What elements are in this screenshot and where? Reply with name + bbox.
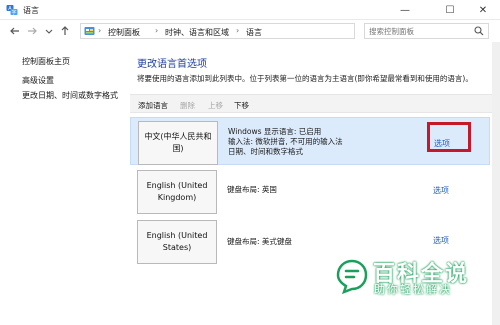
language-icon: A 字 xyxy=(6,5,18,16)
search-input[interactable] xyxy=(369,25,469,37)
address-bar[interactable]: › 控制面板 › 时钟、语言和区域 › 语言 xyxy=(80,23,429,39)
language-toolbar: 添加语言 删除 上移 下移 xyxy=(130,94,500,113)
language-info-line: 键盘布局: 美式键盘 xyxy=(227,237,292,246)
language-info: Windows 显示语言: 已启用 输入法: 微软拼音, 不可用的输入法 日期、… xyxy=(228,127,343,157)
minimize-icon: — xyxy=(400,4,410,16)
arrow-up-icon xyxy=(61,26,69,35)
up-button[interactable] xyxy=(58,24,72,38)
search-box[interactable] xyxy=(364,23,489,39)
watermark-subtitle: 助你轻松解决 xyxy=(374,283,452,296)
breadcrumb-clock-language-region[interactable]: 时钟、语言和区域 xyxy=(165,27,229,38)
add-language-button[interactable]: 添加语言 xyxy=(138,100,168,111)
close-button[interactable]: ✕ xyxy=(466,0,500,20)
language-info: 键盘布局: 美式键盘 xyxy=(227,237,292,247)
move-down-button[interactable]: 下移 xyxy=(234,100,249,111)
maximize-button[interactable]: ☐ xyxy=(433,0,467,20)
svg-text:字: 字 xyxy=(11,9,16,16)
page-description: 将要使用的语言添加到此列表中。位于列表第一位的语言为主语言(即你希望最常看到和使… xyxy=(137,74,473,83)
navigation-bar: › 控制面板 › 时钟、语言和区域 › 语言 xyxy=(0,21,500,41)
options-highlight-box xyxy=(427,122,471,152)
arrow-left-icon xyxy=(10,27,19,35)
breadcrumb-separator: › xyxy=(236,26,240,35)
search-icon xyxy=(474,26,484,36)
sidebar-link-advanced-settings[interactable]: 高级设置 xyxy=(22,75,54,86)
language-info-line: 键盘布局: 英国 xyxy=(227,185,277,194)
language-name-button[interactable]: English (United States) xyxy=(137,220,217,264)
arrow-right-icon xyxy=(28,27,37,35)
options-link[interactable]: 选项 xyxy=(433,185,449,196)
title-bar: A 字 语言 — ☐ ✕ xyxy=(0,0,500,20)
language-info-line: 输入法: 微软拼音, 不可用的输入法 xyxy=(228,137,343,146)
control-panel-icon xyxy=(84,27,95,35)
window-title: 语言 xyxy=(23,6,39,15)
language-info: 键盘布局: 英国 xyxy=(227,185,277,195)
language-info-line: Windows 显示语言: 已启用 xyxy=(228,127,322,136)
page-title: 更改语言首选项 xyxy=(137,59,207,70)
language-name-button[interactable]: English (United Kingdom) xyxy=(137,170,217,214)
minimize-button[interactable]: — xyxy=(388,0,422,20)
recent-locations-button[interactable] xyxy=(42,24,56,38)
remove-button[interactable]: 删除 xyxy=(180,100,195,111)
watermark: 百科全说 助你轻松解决 xyxy=(334,254,500,302)
move-up-button[interactable]: 上移 xyxy=(208,100,223,111)
maximize-icon: ☐ xyxy=(445,4,455,16)
back-button[interactable] xyxy=(8,24,22,38)
sidebar: 控制面板主页 高级设置 更改日期、时间或数字格式 xyxy=(0,42,130,325)
chevron-down-icon xyxy=(45,29,53,34)
breadcrumb-language[interactable]: 语言 xyxy=(246,27,262,38)
breadcrumb-separator: › xyxy=(155,26,159,35)
baike-logo-icon xyxy=(336,259,368,294)
options-link[interactable]: 选项 xyxy=(433,235,449,246)
sidebar-link-date-time-format[interactable]: 更改日期、时间或数字格式 xyxy=(22,90,118,101)
breadcrumb-separator: › xyxy=(98,26,102,35)
language-name-button[interactable]: 中文(中华人民共和国) xyxy=(138,121,218,165)
forward-button[interactable] xyxy=(25,24,39,38)
sidebar-link-control-panel-home[interactable]: 控制面板主页 xyxy=(22,56,70,67)
language-info-line: 日期、时间和数字格式 xyxy=(228,147,303,156)
language-row-english-uk[interactable]: English (United Kingdom) 键盘布局: 英国 选项 xyxy=(130,168,490,216)
close-icon: ✕ xyxy=(478,4,488,16)
breadcrumb-control-panel[interactable]: 控制面板 xyxy=(108,27,140,38)
